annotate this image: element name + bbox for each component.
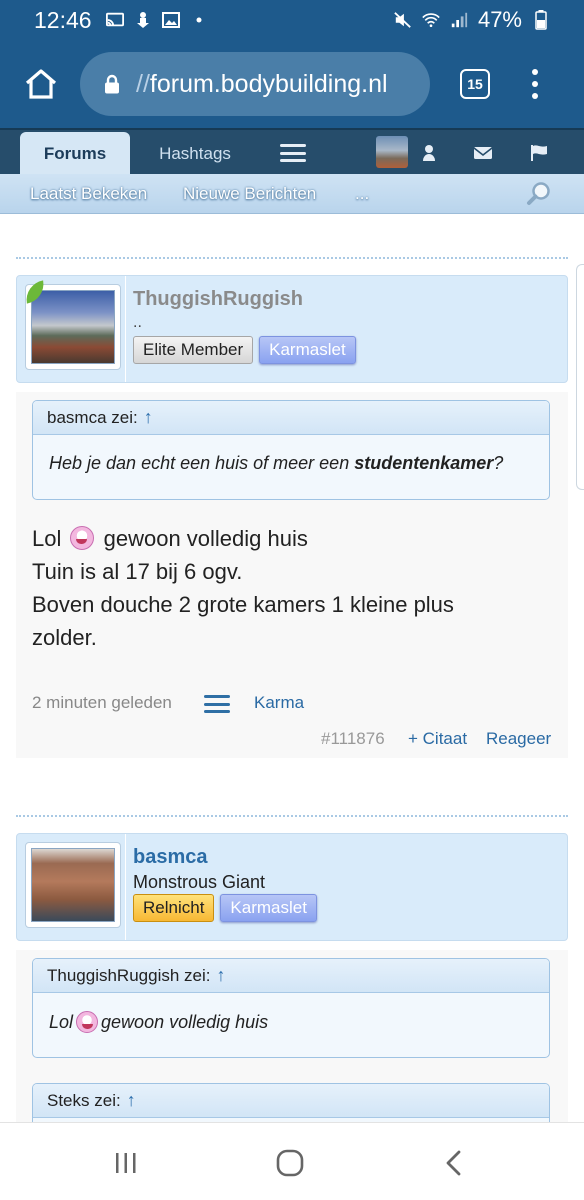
user-title: ..: [133, 314, 142, 331]
subnav-more[interactable]: ...: [355, 184, 369, 204]
wifi-icon: [422, 12, 440, 28]
tab-forums[interactable]: Forums: [20, 132, 130, 176]
dot-icon: [190, 12, 208, 28]
laughing-emoji-icon: [70, 526, 95, 550]
quote-jump-arrow-icon[interactable]: ↑: [144, 407, 153, 428]
post-divider: [16, 257, 568, 259]
quote-block: ThuggishRuggish zei: ↑ Lol gewoon volled…: [32, 958, 550, 1058]
tab-hashtags[interactable]: Hashtags: [150, 132, 240, 176]
battery-icon: [532, 10, 550, 30]
user-title: Monstrous Giant: [133, 872, 266, 892]
post-menu-icon[interactable]: [204, 695, 230, 713]
signal-icon: [450, 12, 468, 28]
post-body: ThuggishRuggish zei: ↑ Lol gewoon volled…: [16, 950, 568, 1143]
quote-author: Steks zei:: [47, 1090, 121, 1110]
username[interactable]: ThuggishRuggish: [133, 288, 303, 311]
quote-jump-arrow-icon[interactable]: ↑: [127, 1090, 136, 1111]
avatar[interactable]: [25, 284, 121, 370]
quote-text: Lol gewoon volledig huis: [49, 1011, 269, 1033]
quote-text: Heb je dan echt een huis of meer een stu…: [49, 453, 504, 473]
quote-block: basmca zei: ↑ Heb je dan echt een huis o…: [32, 400, 550, 500]
post-divider: [16, 815, 568, 817]
browser-toolbar: //forum.bodybuilding.nl 15: [0, 40, 584, 128]
post-number[interactable]: #111876: [321, 729, 385, 749]
profile-icon[interactable]: [418, 142, 440, 164]
home-button[interactable]: [18, 61, 64, 107]
home-nav-icon[interactable]: [276, 1149, 304, 1177]
quote-header: Steks zei: ↑: [33, 1084, 549, 1118]
cite-button[interactable]: + Citaat: [408, 729, 467, 749]
browser-menu-button[interactable]: [530, 69, 540, 99]
search-icon[interactable]: [526, 181, 552, 207]
mute-icon: [394, 12, 412, 28]
quote-header: basmca zei: ↑: [33, 401, 549, 435]
avatar[interactable]: [25, 842, 121, 928]
recent-apps-icon[interactable]: [112, 1149, 140, 1177]
image-icon: [161, 12, 180, 28]
post-message: Lol gewoon volledig huis Tuin is al 17 b…: [32, 526, 454, 650]
status-bar: 12:46 47%: [0, 0, 584, 40]
subnav-recently-viewed[interactable]: Laatst Bekeken: [30, 184, 147, 204]
user-avatar-thumbnail[interactable]: [376, 136, 408, 168]
post-body: basmca zei: ↑ Heb je dan echt een huis o…: [16, 392, 568, 758]
quote-author: ThuggishRuggish zei:: [47, 965, 211, 985]
forum-sub-nav: Laatst Bekeken Nieuwe Berichten ...: [0, 174, 584, 214]
system-navigation-bar: [0, 1122, 584, 1200]
badge-relnicht: Relnicht: [133, 894, 215, 922]
home-icon: [25, 69, 57, 99]
scroll-indicator[interactable]: [576, 264, 584, 490]
post-user-info: ThuggishRuggish .. Elite Member Karmasle…: [16, 275, 568, 383]
battery-percent: 47%: [477, 7, 522, 32]
clock: 12:46: [34, 6, 92, 33]
username[interactable]: basmca: [133, 846, 208, 869]
user-badges: Relnicht Karmaslet: [133, 894, 317, 922]
quote-jump-arrow-icon[interactable]: ↑: [216, 965, 225, 986]
user-badges: Elite Member Karmaslet: [133, 336, 356, 364]
nav-menu-icon[interactable]: [280, 144, 306, 162]
quote-author: basmca zei:: [47, 407, 138, 427]
url-host: forum.bodybuilding.nl: [149, 69, 388, 98]
forum-main-nav: Forums Hashtags: [0, 128, 584, 176]
cast-icon: [105, 12, 124, 28]
back-icon[interactable]: [440, 1149, 468, 1177]
post-user-info: basmca Monstrous Giant Relnicht Karmasle…: [16, 833, 568, 941]
karma-link[interactable]: Karma: [254, 693, 304, 713]
laughing-emoji-icon: [76, 1011, 99, 1033]
badge-karmaslet: Karmaslet: [259, 336, 356, 364]
flag-icon[interactable]: [528, 142, 550, 164]
badge-karmaslet: Karmaslet: [220, 894, 317, 922]
badge-elite-member: Elite Member: [133, 336, 254, 364]
lock-icon: [104, 73, 122, 95]
tab-switcher-button[interactable]: 15: [460, 69, 490, 99]
quote-header: ThuggishRuggish zei: ↑: [33, 959, 549, 993]
download-icon: [134, 12, 152, 28]
subnav-new-posts[interactable]: Nieuwe Berichten: [183, 184, 316, 204]
reply-button[interactable]: Reageer: [486, 729, 551, 749]
url-prefix: //: [136, 69, 150, 98]
post-timestamp[interactable]: 2 minuten geleden: [32, 693, 172, 713]
address-bar[interactable]: //forum.bodybuilding.nl: [80, 52, 430, 116]
mail-icon[interactable]: [472, 142, 494, 164]
